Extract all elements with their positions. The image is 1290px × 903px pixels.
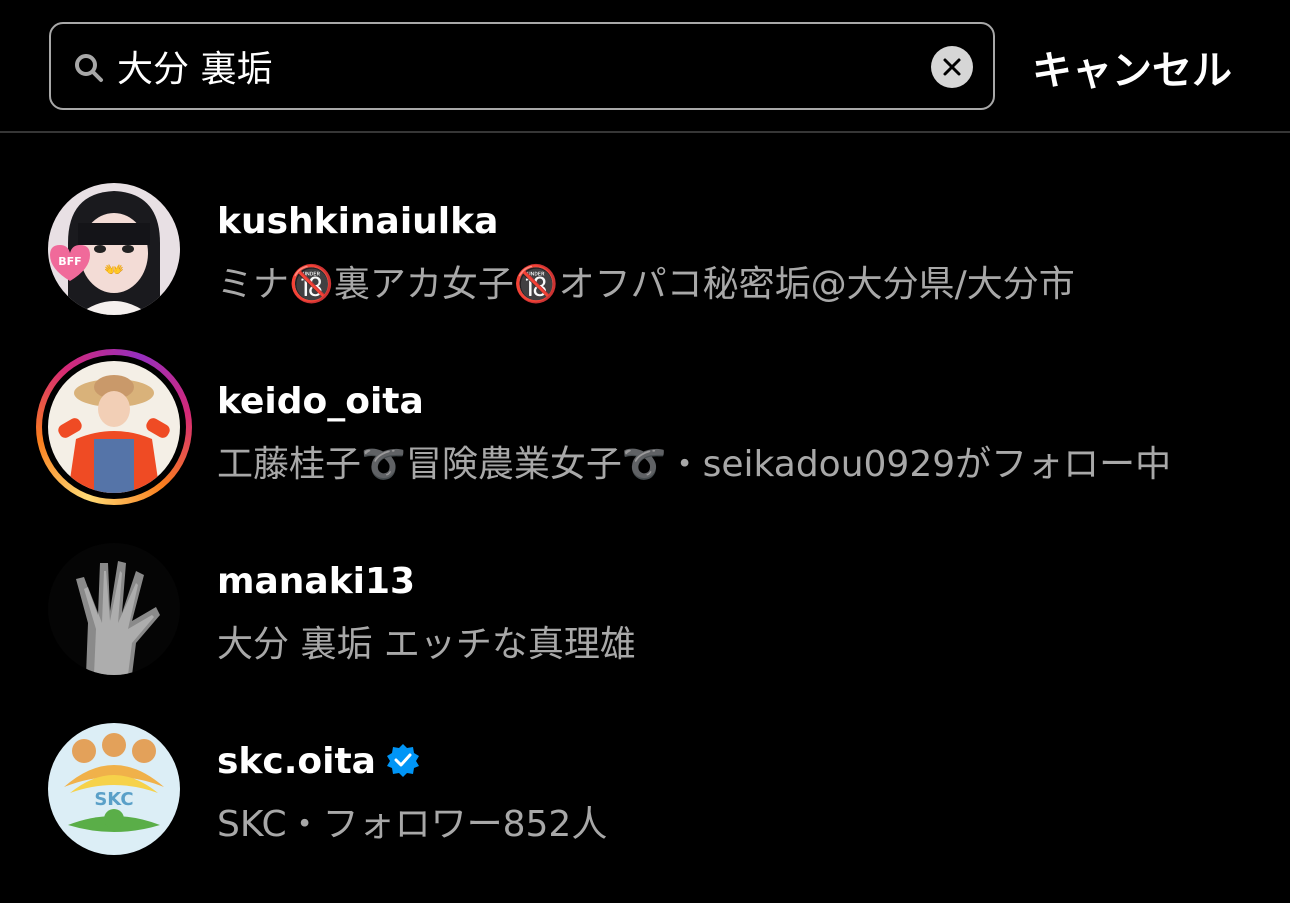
search-input[interactable] [117,38,907,94]
close-icon [943,58,961,76]
avatar[interactable]: SKC [48,723,180,855]
username: keido_oita [217,381,424,422]
search-bar[interactable] [49,22,995,110]
svg-text:👐: 👐 [104,260,124,279]
search-icon [75,54,103,82]
subtitle: SKC・フォロワー852人 [217,804,608,845]
search-header: キャンセル [0,0,1290,133]
result-row[interactable]: 👐 BFF kushkinaiulka ミナ🔞裏アカ女子🔞オフパコ秘密垢@大分県… [0,183,1290,363]
result-row[interactable]: SKC skc.oita SKC・フォロワー852人 [0,723,1290,903]
username: kushkinaiulka [217,201,499,242]
clear-search-button[interactable] [931,46,973,88]
subtitle: 大分 裏垢 エッチな真理雄 [217,624,636,665]
story-ring[interactable] [36,349,192,505]
avatar[interactable] [48,361,180,493]
verified-badge-icon [386,744,419,777]
subtitle: 工藤桂子➰冒険農業女子➰・seikadou0929がフォロー中 [217,444,1172,485]
avatar[interactable]: 👐 BFF [48,183,180,315]
result-row[interactable]: keido_oita 工藤桂子➰冒険農業女子➰・seikadou0929がフォロ… [0,349,1290,543]
username: manaki13 [217,561,416,602]
username: skc.oita [217,741,420,782]
result-row[interactable]: manaki13 大分 裏垢 エッチな真理雄 [0,543,1290,723]
cancel-button[interactable]: キャンセル [1032,38,1232,96]
username-text: skc.oita [217,741,376,782]
avatar[interactable] [48,543,180,675]
avatar-badge-text: BFF [58,255,81,268]
subtitle: ミナ🔞裏アカ女子🔞オフパコ秘密垢@大分県/大分市 [217,264,1075,305]
avatar-logo-text: SKC [94,789,133,810]
